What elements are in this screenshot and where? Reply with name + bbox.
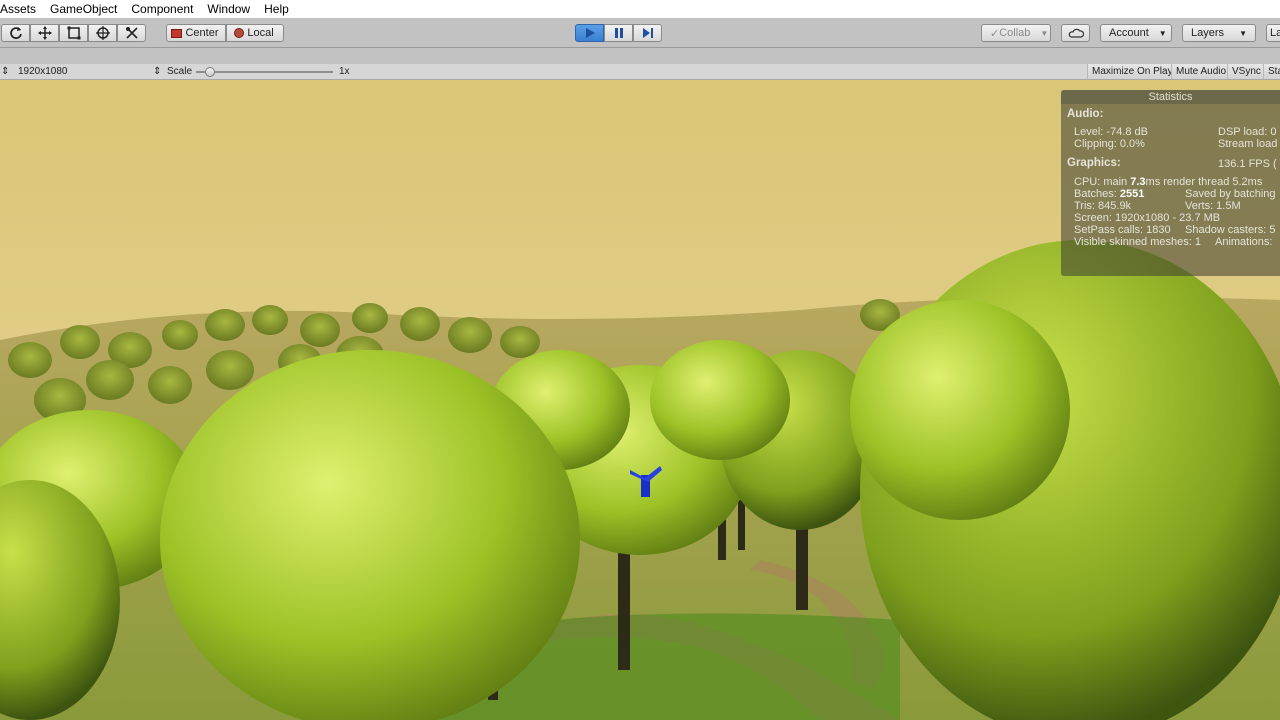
dsp-load: DSP load: 0 <box>1218 126 1277 138</box>
vsync-toggle[interactable]: VSync <box>1227 64 1265 79</box>
account-label: Account <box>1109 27 1149 39</box>
account-dropdown[interactable]: Account ▼ <box>1100 24 1172 42</box>
move-arrows-icon <box>37 26 52 40</box>
pivot-center-label: Center <box>185 27 219 39</box>
game-view-toolbar: ⇕ 1920x1080 ⇕ Scale 1x Maximize On Play … <box>0 64 1280 80</box>
refresh-hand-icon <box>9 27 22 39</box>
audio-header: Audio: <box>1067 108 1104 120</box>
pivot-local-label: Local <box>247 27 274 39</box>
step-icon <box>642 28 653 38</box>
menu-component[interactable]: Component <box>124 0 200 18</box>
chevron-down-icon: ▼ <box>1040 28 1049 38</box>
pivot-local-icon <box>234 28 245 38</box>
menu-gameobject[interactable]: GameObject <box>43 0 124 18</box>
transform-gizmo-icon <box>95 26 110 40</box>
setpass-calls: SetPass calls: 1830 <box>1074 224 1171 236</box>
main-toolbar: Center Local ✓ Collab ▼ Account ▼ Layers… <box>0 18 1280 48</box>
layout-label: La <box>1270 27 1280 39</box>
rect-transform-icon <box>67 26 80 40</box>
pivot-center-button[interactable]: Center <box>166 24 226 42</box>
collab-dropdown[interactable]: ✓ Collab ▼ <box>981 24 1051 42</box>
scale-label: Scale <box>167 66 193 77</box>
cpu-stats: CPU: main 7.3ms render thread 5.2ms <box>1074 176 1262 188</box>
cloud-icon <box>1068 28 1084 38</box>
animations-count: Animations: <box>1215 236 1273 248</box>
play-button[interactable] <box>575 24 604 42</box>
menu-assets[interactable]: Assets <box>0 0 43 18</box>
scale-value: 1x <box>339 66 350 77</box>
custom-tool-button[interactable] <box>117 24 146 42</box>
batches-stats: Batches: 2551 <box>1074 188 1144 200</box>
tris-count: Tris: 845.9k <box>1074 200 1132 212</box>
cloud-button[interactable] <box>1061 24 1090 42</box>
layers-dropdown[interactable]: Layers ▼ <box>1182 24 1256 42</box>
visible-skinned-meshes: Visible skinned meshes: 1 <box>1074 236 1201 248</box>
audio-level: Level: -74.8 dB <box>1074 126 1148 138</box>
transform-tool-button[interactable] <box>88 24 117 42</box>
pause-button[interactable] <box>604 24 633 42</box>
mute-audio-toggle[interactable]: Mute Audio <box>1171 64 1231 79</box>
fps-value: 136.1 FPS ( <box>1218 158 1277 170</box>
step-button[interactable] <box>633 24 662 42</box>
batches-value: 2551 <box>1119 188 1145 200</box>
check-icon: ✓ <box>990 27 1000 40</box>
pause-icon <box>614 28 623 38</box>
tools-cross-icon <box>125 27 138 39</box>
saved-by-batching: Saved by batching <box>1185 188 1276 200</box>
menu-help[interactable]: Help <box>257 0 296 18</box>
audio-clipping: Clipping: 0.0% <box>1074 138 1145 150</box>
batches-prefix: Batches: <box>1074 188 1120 200</box>
screen-info: Screen: 1920x1080 - 23.7 MB <box>1074 212 1221 224</box>
verts-count: Verts: 1.5M <box>1185 200 1241 212</box>
layout-dropdown[interactable]: La <box>1266 24 1280 42</box>
play-icon <box>585 28 595 38</box>
cpu-prefix: CPU: main <box>1074 176 1131 188</box>
graphics-header: Graphics: <box>1067 157 1121 169</box>
pivot-center-icon <box>171 28 183 38</box>
cpu-main-value: 7.3 <box>1130 176 1146 188</box>
resolution-dropdown[interactable]: 1920x1080 <box>18 64 68 80</box>
statistics-title: Statistics <box>1061 90 1280 104</box>
chevron-down-icon: ▼ <box>1158 28 1167 38</box>
stream-load: Stream load <box>1218 138 1278 150</box>
menu-bar: Assets GameObject Component Window Help <box>0 0 1280 18</box>
chevron-down-icon: ▼ <box>1239 28 1247 38</box>
rect-tool-button[interactable] <box>59 24 88 42</box>
menu-window[interactable]: Window <box>200 0 257 18</box>
pivot-local-button[interactable]: Local <box>226 24 284 42</box>
hand-tool-button[interactable] <box>1 24 30 42</box>
statistics-panel: Statistics Audio: Level: -74.8 dB Clippi… <box>1061 90 1280 276</box>
move-tool-button[interactable] <box>30 24 59 42</box>
stats-toggle[interactable]: Sta <box>1263 64 1280 79</box>
display-dropdown-arrow[interactable]: ⇕ <box>1 64 9 80</box>
layers-label: Layers <box>1191 27 1225 39</box>
cpu-suffix: ms render thread 5.2ms <box>1145 176 1263 188</box>
scale-slider-track[interactable] <box>196 71 333 73</box>
resolution-chevron-icon: ⇕ <box>153 66 162 77</box>
collab-label: Collab <box>999 27 1031 39</box>
scale-slider-thumb[interactable] <box>204 67 215 77</box>
maximize-on-play-toggle[interactable]: Maximize On Play <box>1087 64 1177 79</box>
shadow-casters: Shadow casters: 5 <box>1185 224 1276 236</box>
